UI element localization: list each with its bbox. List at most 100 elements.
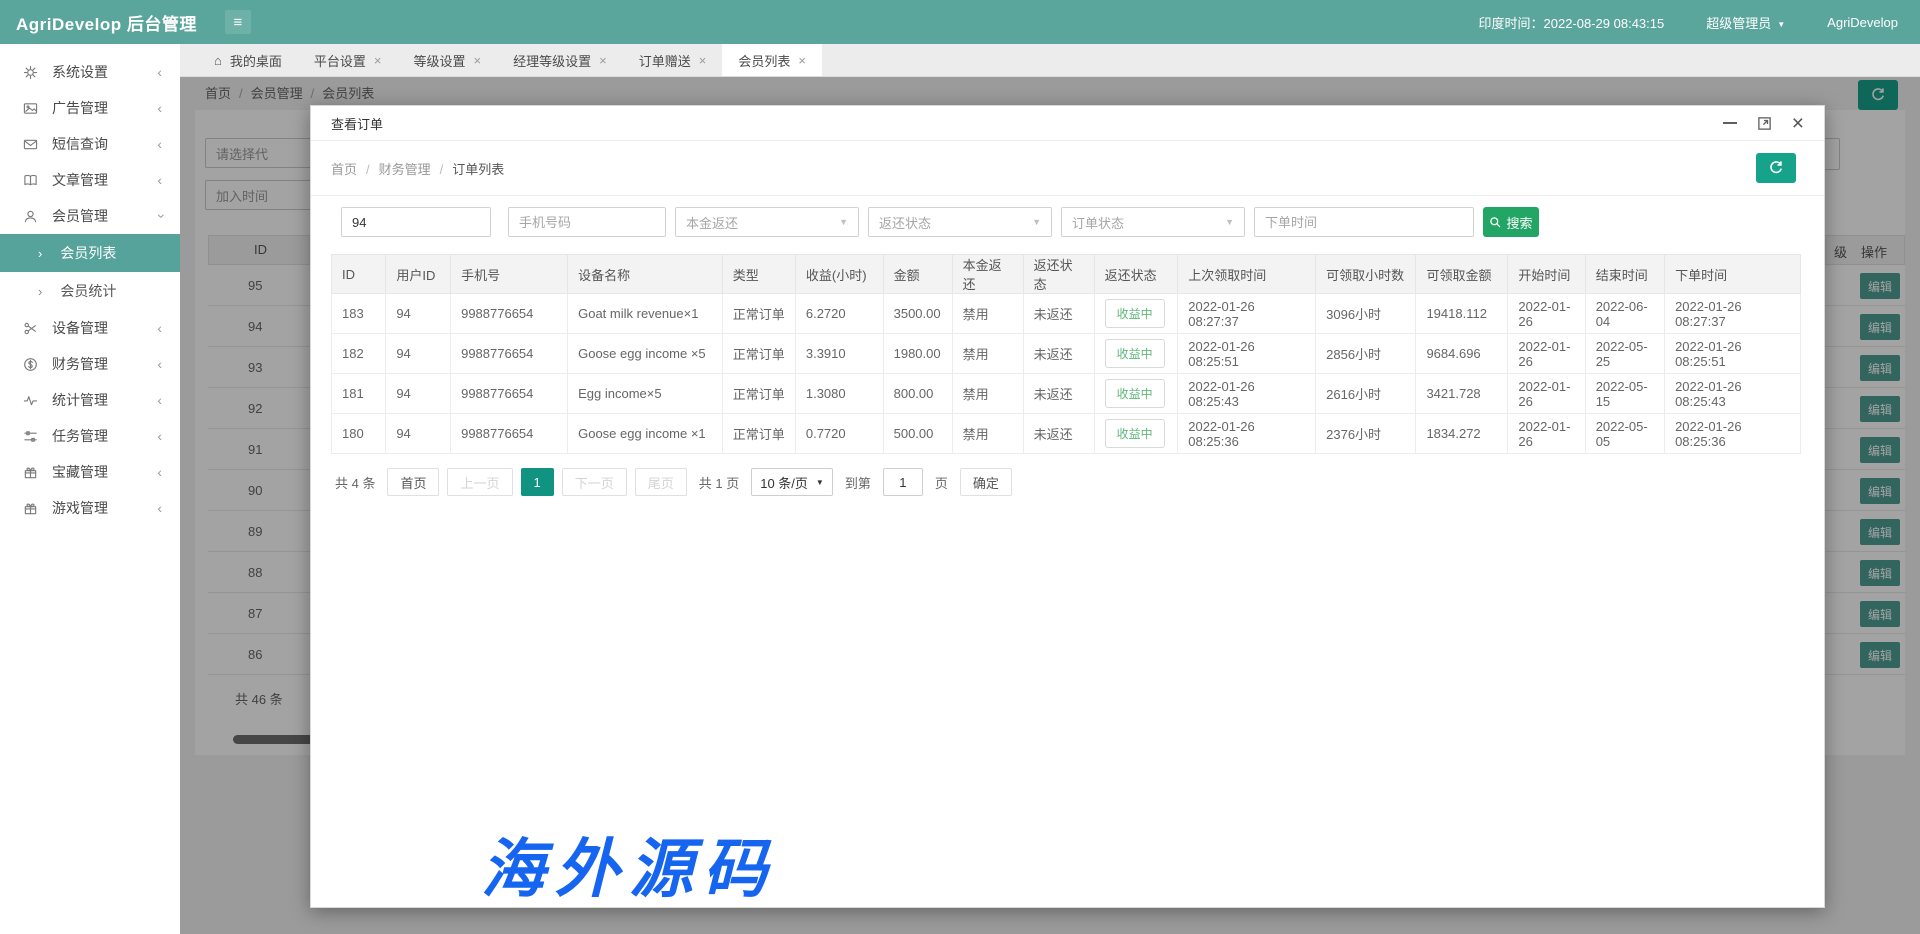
next-page-button: 下一页: [562, 468, 627, 496]
tasks-icon: [22, 428, 38, 444]
cell-order_time: 2022-01-26 08:25:43: [1665, 374, 1801, 414]
first-page-button[interactable]: 首页: [387, 468, 439, 496]
earning-status-button[interactable]: 收益中: [1105, 379, 1165, 408]
column-header: 类型: [722, 255, 795, 294]
cell-user_id[interactable]: 94: [386, 374, 451, 414]
sidebar-item-label: 宝藏管理: [52, 462, 157, 482]
sidebar-item-0[interactable]: 系统设置‹: [0, 54, 180, 90]
search-button[interactable]: 搜索: [1483, 207, 1539, 237]
chevron-icon: ‹: [157, 100, 162, 116]
cell-amount: 800.00: [883, 374, 952, 414]
cell-start: 2022-01-26: [1508, 374, 1585, 414]
breadcrumb-home[interactable]: 首页: [331, 162, 357, 177]
cell-hours: 3096小时: [1316, 294, 1416, 334]
cell-collect_amount: 3421.728: [1416, 374, 1508, 414]
column-header: 金额: [883, 255, 952, 294]
role-dropdown[interactable]: 超级管理员▼: [1706, 13, 1785, 32]
confirm-button[interactable]: 确定: [960, 468, 1012, 496]
principal-return-select[interactable]: 本金返还▼: [675, 207, 859, 237]
return-status-select[interactable]: 返还状态▼: [868, 207, 1052, 237]
orders-table: ID用户ID手机号设备名称类型收益(小时)金额本金返还返还状态返还状态上次领取时…: [331, 254, 1801, 454]
tab-1[interactable]: 平台设置×: [298, 44, 398, 76]
close-icon[interactable]: ×: [599, 53, 607, 68]
minimize-icon[interactable]: [1723, 122, 1737, 124]
earning-status-button[interactable]: 收益中: [1105, 339, 1165, 368]
sidebar-item-1[interactable]: 广告管理‹: [0, 90, 180, 126]
chevron-down-icon: ▼: [816, 478, 824, 487]
tab-0[interactable]: ⌂我的桌面: [198, 44, 298, 76]
cell-hours: 2376小时: [1316, 414, 1416, 454]
cell-return_status: 未返还: [1023, 294, 1094, 334]
chevron-right-icon: ›: [38, 284, 42, 299]
sidebar-item-label: 游戏管理: [52, 498, 157, 518]
cell-collect_amount: 1834.272: [1416, 414, 1508, 454]
close-icon[interactable]: ×: [474, 53, 482, 68]
pulse-icon: [22, 392, 38, 408]
order-time-input[interactable]: [1254, 207, 1474, 237]
dollar-icon: [22, 356, 38, 372]
sidebar-item-7[interactable]: 统计管理‹: [0, 382, 180, 418]
goto-page-input[interactable]: [883, 468, 923, 496]
sidebar-item-10[interactable]: 游戏管理‹: [0, 490, 180, 526]
cell-type: 正常订单: [722, 294, 795, 334]
phone-input[interactable]: [508, 207, 666, 237]
earning-status-button[interactable]: 收益中: [1105, 299, 1165, 328]
sidebar-item-8[interactable]: 任务管理‹: [0, 418, 180, 454]
tab-5[interactable]: 会员列表×: [722, 44, 822, 76]
cell-user_id[interactable]: 94: [386, 414, 451, 454]
close-icon[interactable]: ×: [798, 53, 806, 68]
sidebar: 系统设置‹广告管理‹短信查询‹文章管理‹会员管理‹›会员列表›会员统计设备管理‹…: [0, 44, 180, 934]
page-1-button[interactable]: 1: [521, 468, 554, 496]
cell-user_id[interactable]: 94: [386, 294, 451, 334]
breadcrumb-finance[interactable]: 财务管理: [379, 162, 431, 177]
refresh-button[interactable]: [1756, 153, 1796, 183]
cell-hours: 2856小时: [1316, 334, 1416, 374]
chevron-icon: ‹: [157, 464, 162, 480]
column-header: 开始时间: [1508, 255, 1585, 294]
goto-suffix: 页: [935, 473, 948, 492]
tab-2[interactable]: 等级设置×: [397, 44, 497, 76]
sidebar-item-5[interactable]: 设备管理‹: [0, 310, 180, 346]
order-status-select[interactable]: 订单状态▼: [1061, 207, 1245, 237]
hamburger-menu-icon[interactable]: ≡: [225, 10, 251, 34]
close-icon[interactable]: ×: [374, 53, 382, 68]
cell-type: 正常订单: [722, 414, 795, 454]
gift-icon: [22, 464, 38, 480]
sidebar-item-6[interactable]: 财务管理‹: [0, 346, 180, 382]
cell-principal: 禁用: [952, 294, 1023, 334]
cell-hours: 2616小时: [1316, 374, 1416, 414]
cell-order_time: 2022-01-26 08:25:51: [1665, 334, 1801, 374]
cell-phone: 9988776654: [451, 334, 568, 374]
sidebar-item-2[interactable]: 短信查询‹: [0, 126, 180, 162]
close-icon[interactable]: ×: [1792, 113, 1804, 134]
sidebar-subitem-1[interactable]: ›会员统计: [0, 272, 180, 310]
modal-titlebar: 查看订单 ×: [311, 106, 1824, 141]
user-id-input[interactable]: [341, 207, 491, 237]
earning-status-button[interactable]: 收益中: [1105, 419, 1165, 448]
sidebar-item-3[interactable]: 文章管理‹: [0, 162, 180, 198]
tab-3[interactable]: 经理等级设置×: [497, 44, 623, 76]
sidebar-item-4[interactable]: 会员管理‹: [0, 198, 180, 234]
chevron-down-icon: ▼: [1032, 217, 1041, 227]
cell-phone: 9988776654: [451, 294, 568, 334]
sidebar-subitem-0[interactable]: ›会员列表: [0, 234, 180, 272]
maximize-icon[interactable]: [1757, 116, 1772, 131]
cell-order_time: 2022-01-26 08:27:37: [1665, 294, 1801, 334]
view-orders-modal: 查看订单 × 首页/财务管理/订单列表 本金返还▼ 返还状态▼ 订单状态▼ 搜索: [310, 105, 1825, 908]
image-icon: [22, 100, 38, 116]
per-page-select[interactable]: 10 条/页▼: [751, 468, 833, 496]
cell-return_status: 未返还: [1023, 414, 1094, 454]
top-header: AgriDevelop 后台管理 ≡ 印度时间：2022-08-29 08:43…: [0, 0, 1920, 44]
column-header: ID: [332, 255, 386, 294]
sidebar-item-label: 会员管理: [52, 206, 157, 226]
device-icon: [22, 320, 38, 336]
close-icon[interactable]: ×: [699, 53, 707, 68]
refresh-icon: [1768, 160, 1784, 176]
cell-start: 2022-01-26: [1508, 334, 1585, 374]
column-header: 收益(小时): [795, 255, 883, 294]
cell-status_btn: 收益中: [1094, 294, 1178, 334]
sidebar-item-9[interactable]: 宝藏管理‹: [0, 454, 180, 490]
tab-4[interactable]: 订单赠送×: [623, 44, 723, 76]
cell-device: Goose egg income ×1: [568, 414, 723, 454]
cell-user_id[interactable]: 94: [386, 334, 451, 374]
